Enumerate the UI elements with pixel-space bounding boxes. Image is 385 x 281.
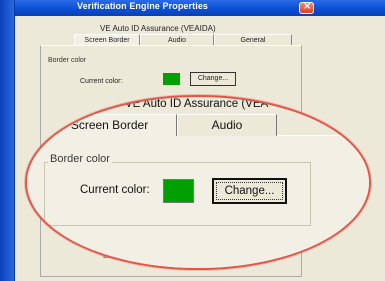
border-color-group-label: Border color [48,57,87,64]
current-color-swatch [163,73,180,85]
tab-audio[interactable]: Audio [140,34,214,45]
title-bar: Verification Engine Properties × [15,0,385,16]
tab-strip: Screen Border Audio General [74,34,292,45]
tab-general[interactable]: General [214,34,292,45]
close-icon: × [303,1,312,12]
close-button[interactable]: × [299,1,314,14]
current-color-label: Current color: [80,78,123,85]
magnified-heading: VE Auto ID Assurance (VEA [125,98,269,110]
magnified-change-button[interactable]: Change... [212,178,287,204]
desktop-background [0,0,14,281]
magnified-border-color-label: Border color [48,153,112,165]
change-color-button[interactable]: Change... [190,72,236,86]
magnified-current-color-label: Current color: [80,184,150,196]
magnified-tab-audio[interactable]: Audio [177,114,277,136]
window-title: Verification Engine Properties [77,1,209,11]
dialog-heading: VE Auto ID Assurance (VEAIDA) [100,24,216,33]
magnified-change-label: Change... [224,185,275,197]
magnified-content: VE Auto ID Assurance (VEA Screen Border … [27,97,369,268]
magnified-callout: VE Auto ID Assurance (VEA Screen Border … [25,95,371,270]
magnified-current-color-swatch [163,179,194,203]
tab-screen-border[interactable]: Screen Border [74,34,140,45]
screenshot: Verification Engine Properties × VE Auto… [0,0,385,281]
magnified-tab-screen-border[interactable]: Screen Border [42,114,177,136]
